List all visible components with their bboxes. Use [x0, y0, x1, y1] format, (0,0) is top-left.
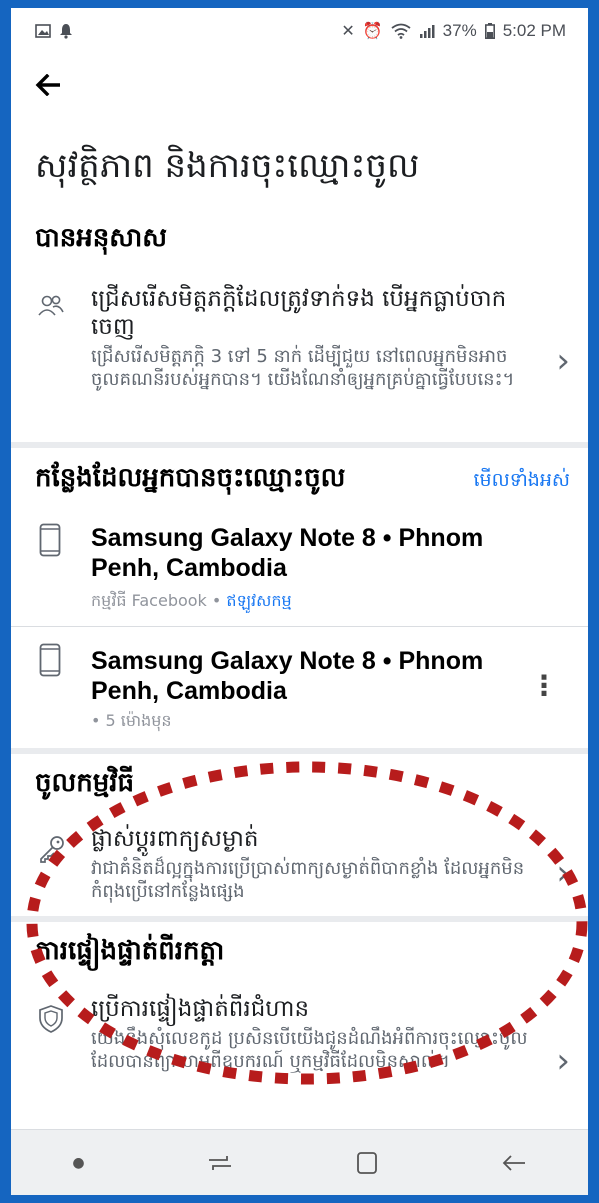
signal-icon — [419, 25, 435, 38]
device-name: Samsung Galaxy Note 8 • Phnom Penh, Camb… — [91, 647, 484, 705]
section-title-two-factor: ការផ្ទៀងផ្ទាត់ពីរកត្តា — [35, 936, 225, 966]
two-factor-desc: យើងនឹងសុំលេខកូដ ប្រសិនបើយើងជូនដំណឹងអំពីក… — [91, 1028, 528, 1072]
change-password-desc: វាជាគំនិតដ៏ល្អក្នុងការប្រើប្រាស់ពាក្យសម្… — [91, 858, 525, 902]
status-left — [35, 23, 73, 39]
back-button[interactable] — [35, 72, 61, 102]
trusted-contacts-title: ជ្រើសរើសមិត្តភក្តិដែលត្រូវទាក់ទង បើអ្នកធ… — [91, 286, 507, 340]
device-app-info: កម្មវិធី Facebook • ឥឡូវសកម្ម — [91, 590, 292, 614]
phone-screen: ✕ ⏰ 37% 5:02 PM សុវត្ថិភាព និងការចុះឈ្មោ… — [11, 8, 588, 1195]
section-divider — [11, 442, 588, 448]
notification-icon — [60, 24, 72, 39]
section-title-login: ចូលកម្មវិធី — [35, 768, 135, 798]
alarm-icon: ⏰ — [362, 23, 383, 40]
more-options-icon[interactable]: ⋮ — [530, 672, 558, 700]
section-divider — [11, 916, 588, 922]
phone-icon — [39, 523, 61, 561]
see-all-link[interactable]: មើលទាំងអស់ — [474, 468, 570, 496]
system-nav-bar: ● — [11, 1129, 588, 1195]
section-divider — [11, 748, 588, 754]
page-title: សុវត្ថិភាព និងការចុះឈ្មោះចូល — [35, 146, 420, 186]
dot-icon: ● — [72, 1154, 85, 1171]
battery-icon — [484, 23, 495, 39]
row-divider — [11, 626, 588, 627]
clock-time: 5:02 PM — [502, 21, 566, 40]
wifi-icon — [391, 23, 411, 39]
status-right: ✕ ⏰ 37% 5:02 PM — [341, 21, 566, 41]
device-app-label: កម្មវិធី Facebook • — [91, 591, 227, 610]
mute-icon: ✕ — [341, 23, 355, 40]
section-title-logged-in: កន្លែងដែលអ្នកបានចុះឈ្មោះចូល — [35, 463, 346, 493]
section-title-recommended: បានអនុសាស — [35, 223, 168, 253]
friends-icon — [37, 292, 65, 324]
nav-back-icon[interactable] — [501, 1153, 527, 1173]
change-password-title: ផ្លាស់ប្តូរពាក្យសម្ងាត់ — [91, 826, 259, 852]
shield-icon — [37, 1004, 65, 1038]
status-bar: ✕ ⏰ 37% 5:02 PM — [11, 8, 588, 54]
two-factor-title: ប្រើការផ្ទៀងផ្ទាត់ពីរជំហាន — [91, 996, 310, 1022]
image-icon — [35, 24, 51, 38]
back-arrow-icon — [35, 73, 60, 97]
chevron-right-icon: › — [556, 853, 570, 893]
active-now-status: ឥឡូវសកម្ម — [226, 591, 292, 610]
battery-percent: 37% — [442, 21, 477, 40]
recent-apps-icon[interactable] — [207, 1152, 233, 1174]
phone-icon — [39, 643, 61, 681]
trusted-contacts-desc: ជ្រើសរើសមិត្តភក្តិ 3 ទៅ 5 នាក់ ដើម្បីជួយ… — [91, 346, 515, 390]
chevron-right-icon: › — [556, 1041, 570, 1081]
key-icon — [37, 834, 67, 868]
device-name: Samsung Galaxy Note 8 • Phnom Penh, Camb… — [91, 524, 484, 582]
home-icon[interactable] — [356, 1151, 378, 1175]
chevron-right-icon: › — [556, 341, 570, 381]
device-time-ago: • 5 ម៉ោងមុន — [91, 711, 172, 730]
